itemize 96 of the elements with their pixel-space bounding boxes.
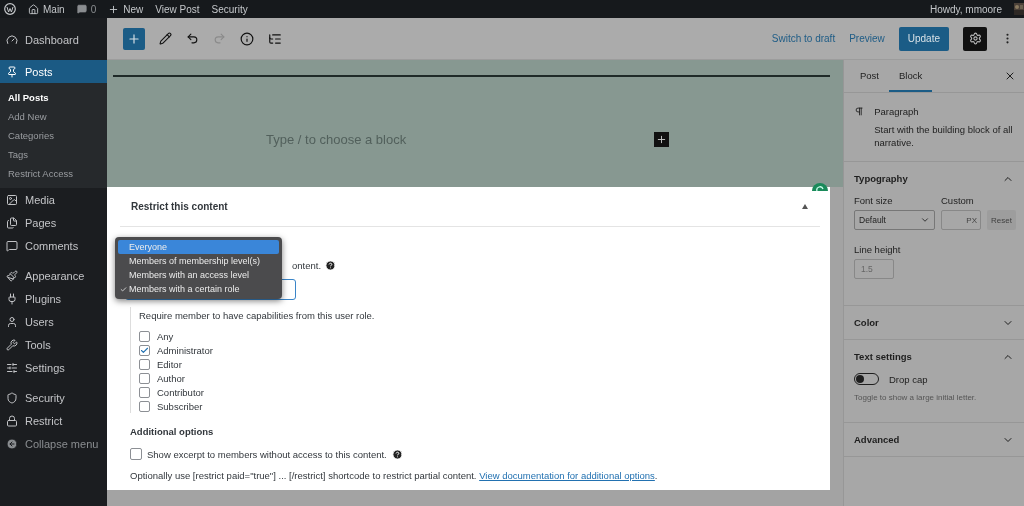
submenu-item[interactable]: Categories xyxy=(0,126,107,145)
panel-title: Restrict this content xyxy=(131,201,228,212)
collapse-icon xyxy=(6,437,18,450)
checkbox[interactable] xyxy=(139,400,150,412)
pencil-icon[interactable] xyxy=(159,32,172,45)
submenu-item[interactable]: Tags xyxy=(0,145,107,164)
image-icon xyxy=(6,193,18,206)
checkbox-label: Show excerpt to members without access to this content. xyxy=(147,448,387,460)
plug-icon xyxy=(6,292,18,305)
menu-item[interactable]: Security xyxy=(0,386,107,409)
add-block-button[interactable] xyxy=(654,132,669,147)
section-heading: Additional options xyxy=(130,424,215,439)
checkbox[interactable] xyxy=(139,372,150,384)
checkbox-label: Author xyxy=(157,372,185,384)
role-hint: Require member to have capabilities from this user role. xyxy=(139,308,376,323)
menu-item[interactable]: Posts xyxy=(0,60,107,83)
panel-toggle[interactable]: Color xyxy=(854,306,1014,339)
comments-link[interactable]: 0 xyxy=(76,3,97,15)
gear-icon xyxy=(968,32,982,45)
wrench-icon xyxy=(6,338,18,351)
undo-icon[interactable] xyxy=(186,32,199,45)
menu-item[interactable]: Appearance xyxy=(0,264,107,287)
sliders-icon xyxy=(6,361,18,374)
menu-item[interactable]: Restrict xyxy=(0,409,107,432)
submenu-item[interactable]: Add New xyxy=(0,107,107,126)
plus-icon xyxy=(656,134,667,145)
submenu-item[interactable]: Restrict Access xyxy=(0,164,107,183)
menu-item[interactable]: Users xyxy=(0,310,107,333)
comment-icon xyxy=(76,4,87,14)
dropdown-option[interactable]: Members with an access level xyxy=(118,268,279,282)
caret-up-icon[interactable] xyxy=(802,204,808,209)
new-link[interactable]: New xyxy=(108,3,144,15)
checkbox[interactable] xyxy=(139,330,150,342)
plus-icon xyxy=(127,31,141,46)
list-view-icon[interactable] xyxy=(268,31,282,46)
sidebar-tab[interactable]: Post xyxy=(850,60,889,92)
dropdown-option[interactable]: Members of membership level(s) xyxy=(118,254,279,268)
checkbox-label: Contributor xyxy=(157,386,204,398)
panel-toggle[interactable]: Text settings xyxy=(854,340,1014,373)
menu-item[interactable]: Media xyxy=(0,188,107,211)
sidebar-tab[interactable]: Block xyxy=(889,60,933,92)
lock-icon xyxy=(6,414,18,427)
admin-bar-link[interactable]: View Post xyxy=(155,3,200,15)
field-label: Line height xyxy=(854,244,902,255)
paintbrush-icon xyxy=(6,269,18,282)
documentation-link[interactable]: View documentation for additional options xyxy=(479,470,655,481)
comment-icon xyxy=(6,239,18,252)
block-description: Start with the building block of all narrative. xyxy=(874,123,1014,149)
shortcode-note: Optionally use [restrict paid="true"] ... [/restrict] shortcode to restrict partial content. View documentation for additional options. xyxy=(130,469,659,483)
update-button[interactable]: Update xyxy=(898,26,949,51)
block-name: Paragraph xyxy=(874,105,920,118)
checkbox[interactable] xyxy=(139,344,150,356)
logo-icon[interactable] xyxy=(4,3,16,15)
field-label: Font size xyxy=(854,195,894,206)
close-icon[interactable] xyxy=(1004,70,1016,82)
checkbox-label: Editor xyxy=(157,358,182,370)
menu-item[interactable]: Settings xyxy=(0,356,107,379)
checkbox-label: Any xyxy=(157,330,174,342)
dropdown-option[interactable]: Members with a certain role xyxy=(118,282,279,296)
admin-bar-link[interactable]: Security xyxy=(211,3,248,15)
menu-item[interactable]: Pages xyxy=(0,211,107,234)
checkbox-label: Administrator xyxy=(157,344,213,356)
checkbox[interactable] xyxy=(139,386,150,398)
panel-toggle[interactable]: Advanced xyxy=(854,423,1014,456)
menu-item[interactable]: Dashboard xyxy=(0,28,107,51)
pin-icon xyxy=(6,65,18,78)
submenu-item[interactable]: All Posts xyxy=(0,88,107,107)
checkbox-label: Subscriber xyxy=(157,400,203,412)
collapse-menu-button[interactable]: Collapse menu xyxy=(0,432,107,455)
user-icon xyxy=(6,315,18,328)
settings-button[interactable] xyxy=(963,26,987,51)
menu-item[interactable]: Comments xyxy=(0,234,107,257)
pilcrow-icon xyxy=(854,105,865,118)
field-label: Custom xyxy=(941,195,975,206)
checkbox[interactable] xyxy=(139,358,150,370)
plus-icon xyxy=(108,3,120,15)
help-icon[interactable] xyxy=(325,259,337,271)
pages-icon xyxy=(6,216,18,229)
site-link[interactable]: Main xyxy=(28,3,65,15)
toggle-label: Drop cap xyxy=(889,373,928,385)
help-icon[interactable] xyxy=(391,448,403,460)
greeting-link[interactable]: Howdy, mmoore xyxy=(929,3,1002,15)
home-icon xyxy=(28,3,39,15)
panel-toggle[interactable]: Typography xyxy=(854,162,1014,195)
chevron-down-icon xyxy=(920,215,930,225)
shield-icon xyxy=(6,391,18,404)
info-icon[interactable] xyxy=(240,31,254,46)
description-text: ontent. xyxy=(292,259,322,271)
circular-arrow-icon xyxy=(812,181,828,191)
menu-item[interactable]: Tools xyxy=(0,333,107,356)
font-size-select[interactable]: Default xyxy=(854,210,935,230)
gauge-icon xyxy=(6,33,18,46)
menu-item[interactable]: Plugins xyxy=(0,287,107,310)
help-text: Toggle to show a large initial letter. xyxy=(854,393,978,402)
custom-size-field[interactable]: PX xyxy=(941,210,981,230)
checkbox[interactable] xyxy=(130,448,142,460)
